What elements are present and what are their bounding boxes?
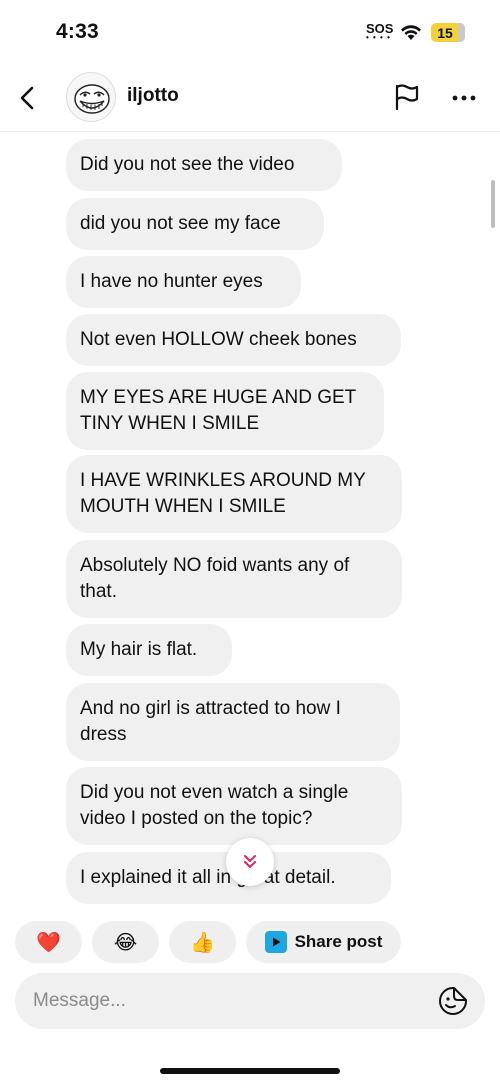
status-time: 4:33 (56, 20, 99, 43)
play-share-icon (264, 931, 287, 953)
scrollbar[interactable] (491, 180, 495, 228)
message-thread[interactable]: Did you not see the video did you not se… (0, 132, 500, 910)
jump-to-latest-button[interactable] (226, 838, 274, 886)
message-bubble[interactable]: And no girl is attracted to how I dress (66, 683, 400, 761)
battery-empty-portion (458, 23, 465, 42)
share-post-button[interactable]: Share post (246, 921, 401, 963)
home-indicator[interactable] (160, 1068, 340, 1074)
chat-header: iljotto (0, 64, 500, 132)
chevron-double-down-icon (244, 855, 256, 868)
troll-face-avatar-icon (74, 84, 110, 114)
sos-indicator: SOS • • • • (366, 22, 393, 42)
message-bubble[interactable]: Did you not see the video (66, 139, 342, 191)
message-bubble[interactable]: I have no hunter eyes (66, 256, 301, 308)
back-icon[interactable] (16, 84, 40, 112)
laughing-face-icon: 😂 (113, 931, 138, 954)
signal-dots: • • • • (366, 33, 391, 42)
laugh-reaction-button[interactable]: 😂 (92, 921, 159, 963)
message-bubble[interactable]: I HAVE WRINKLES AROUND MY MOUTH WHEN I S… (66, 455, 402, 533)
message-bubble[interactable]: did you not see my face (66, 198, 324, 250)
message-bubble[interactable]: Not even HOLLOW cheek bones (66, 314, 401, 366)
more-icon[interactable] (450, 88, 478, 108)
battery-indicator: 15 (431, 23, 465, 42)
message-bubble[interactable]: Absolutely NO foid wants any of that. (66, 540, 402, 618)
heart-reaction-button[interactable]: ❤️ (15, 921, 82, 963)
chat-username[interactable]: iljotto (127, 85, 179, 107)
thumbs-up-icon: 👍 (190, 931, 215, 954)
sticker-icon[interactable] (437, 985, 469, 1017)
message-input[interactable] (33, 973, 413, 1029)
heart-icon: ❤️ (36, 931, 61, 954)
battery-level: 15 (437, 24, 453, 41)
status-bar: 4:33 SOS • • • • 15 (0, 0, 500, 64)
flag-icon[interactable] (393, 83, 421, 111)
quick-reactions-bar: ❤️ 😂 👍 Share post (15, 921, 401, 963)
share-post-label: Share post (294, 932, 383, 951)
message-bubble[interactable]: My hair is flat. (66, 624, 232, 676)
avatar[interactable] (66, 72, 116, 122)
thumbs-up-reaction-button[interactable]: 👍 (169, 921, 236, 963)
message-composer (15, 973, 485, 1029)
message-bubble[interactable]: Did you not even watch a single video I … (66, 767, 402, 845)
wifi-icon (401, 25, 421, 40)
message-bubble[interactable]: MY EYES ARE HUGE AND GET TINY WHEN I SMI… (66, 372, 384, 450)
